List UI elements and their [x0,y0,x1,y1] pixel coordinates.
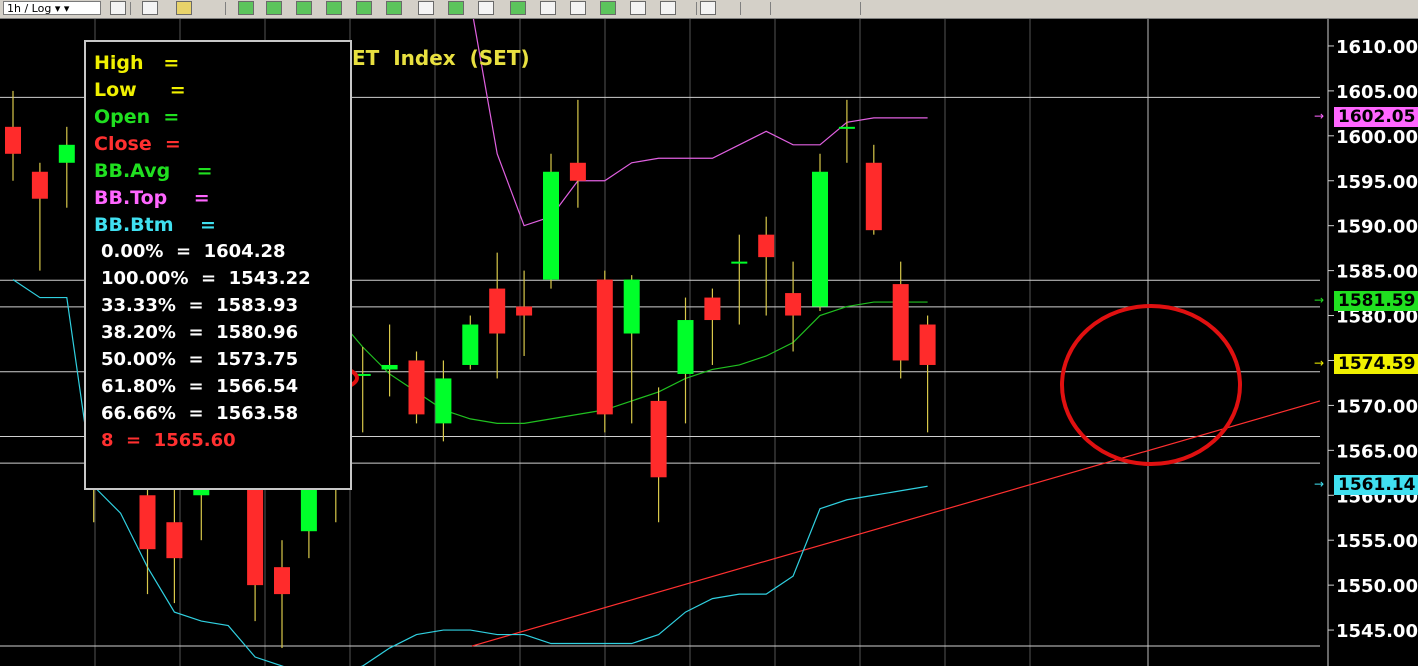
candle-body [139,495,156,550]
delete-icon[interactable] [540,1,556,15]
fib-level-row: 33.33% = 1583.93 [101,295,299,316]
candle-body [650,400,667,478]
chart-title: ET Index (SET) [352,46,530,70]
price-axis-label: 1600.00 [1336,127,1418,148]
price-axis-label: 1605.00 [1336,82,1418,103]
toolbar-separator [860,2,861,15]
candle-body [919,324,936,365]
price-axis-label: 1610.00 [1336,37,1418,58]
fib-level-row: 61.80% = 1566.54 [101,376,299,397]
print-icon[interactable] [510,1,526,15]
trend-line [471,400,1321,647]
fib-level-row: 100.00% = 1543.22 [101,268,311,289]
toolbar: 1h / Log ▾ ▾ [0,0,1418,19]
price-tag-arrow-icon: → [1314,293,1325,308]
price-axis-label: 1590.00 [1336,217,1418,238]
pointer-icon[interactable] [110,1,126,15]
draw-icon[interactable] [418,1,434,15]
candle-body [31,171,48,199]
price-axis-label: 1555.00 [1336,531,1418,552]
chart-icon[interactable] [142,1,158,15]
candle-body [892,284,909,361]
line-icon[interactable] [238,1,254,15]
table-icon[interactable] [478,1,494,15]
candle-body [462,324,479,365]
price-tag-arrow-icon: → [1314,356,1325,371]
fib-level-row: 0.00% = 1604.28 [101,241,286,262]
info-label-row: BB.Avg = [94,160,213,182]
data-window: High = Low = Open = Close = BB.Avg = BB.Top =… [84,40,352,490]
info-label-row: Close = [94,133,181,155]
toolbar-separator [696,2,697,15]
price-tag: 1602.05 [1334,107,1418,128]
bb-avg-line [308,288,928,424]
fib-level-row: 66.66% = 1563.58 [101,403,299,424]
candle-body [435,378,452,424]
candle-body [516,306,533,316]
candle-body [731,261,748,264]
price-axis-label: 1585.00 [1336,262,1418,283]
candle-body [58,144,75,163]
price-axis-label: 1595.00 [1336,172,1418,193]
toolbar-separator [770,2,771,15]
candle-body [569,162,586,181]
timeframe-select[interactable]: 1h / Log ▾ ▾ [3,1,101,15]
toolbar-separator [740,2,741,15]
export-icon[interactable] [630,1,646,15]
candle-body [596,279,613,415]
candle-body [758,234,775,258]
crosshair-icon[interactable] [296,1,312,15]
candle-body [865,162,882,231]
copy-icon[interactable] [600,1,616,15]
info-label-row: High = [94,52,180,74]
price-axis-label: 1550.00 [1336,576,1418,597]
print-icon-2[interactable] [700,1,716,15]
refresh-icon[interactable] [660,1,676,15]
candle-body [489,288,506,334]
price-tag: 1561.14 [1334,475,1418,496]
save-icon[interactable] [570,1,586,15]
zoom-in-icon[interactable] [326,1,342,15]
candle-body [5,126,21,154]
toolbar-separator [225,2,226,15]
price-axis-label: 1570.00 [1336,396,1418,417]
fib-level-row: 8 = 1565.60 [101,430,236,451]
chart-area[interactable]: 1610.00 1605.00 1600.00 1595.00 1590.00 1585.… [0,19,1418,666]
bar-icon[interactable] [266,1,282,15]
candle-body [812,171,828,307]
price-axis-label: 1565.00 [1336,441,1418,462]
highlight-circle-candles [1060,304,1242,466]
price-tag-arrow-icon: → [1314,477,1325,492]
fib-level-row: 38.20% = 1580.96 [101,322,299,343]
candle-body [381,364,398,370]
price-tag-arrow-icon: → [1314,109,1325,124]
info-label-row: Low = [94,79,186,101]
grid-icon[interactable] [448,1,464,15]
price-tag: 1574.59 [1334,354,1418,375]
toolbar-separator [130,2,131,15]
price-axis-label: 1545.00 [1336,621,1418,642]
candle-body [274,567,290,595]
candle-body [543,171,559,280]
candle-body [166,522,183,559]
indicator-icon[interactable] [386,1,402,15]
candle-body [838,126,855,129]
bb-top-line [472,19,928,227]
candle-body [677,320,694,374]
candle-body [785,293,802,316]
info-label-row: BB.Btm = [94,214,216,236]
candle-body [704,297,721,321]
info-label-row: BB.Top = [94,187,210,209]
zoom-out-icon[interactable] [356,1,372,15]
candle-body [408,360,425,415]
info-label-row: Open = [94,106,180,128]
candle-body [623,279,640,334]
fib-level-row: 50.00% = 1573.75 [101,349,299,370]
price-tag: 1581.59 [1334,291,1418,312]
candle-icon[interactable] [176,1,192,15]
